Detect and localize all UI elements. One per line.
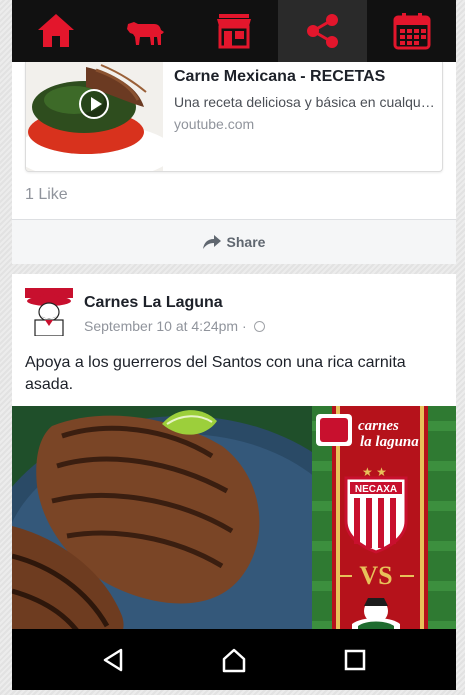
post-text: Apoya a los guerreros del Santos con una… <box>25 354 406 393</box>
tab-products[interactable] <box>101 0 190 62</box>
tab-calendar[interactable] <box>367 0 456 62</box>
page-name[interactable]: Carnes La Laguna <box>84 294 223 312</box>
link-preview[interactable]: Carne Mexicana - RECETAS Una receta deli… <box>25 62 443 172</box>
video-thumbnail[interactable] <box>26 62 163 171</box>
recents-button[interactable] <box>335 640 375 680</box>
post-timestamp[interactable]: September 10 at 4:24pm · <box>84 318 265 334</box>
timestamp-text: September 10 at 4:24pm · <box>84 318 247 334</box>
share-arrow-icon <box>202 235 221 249</box>
svg-text:★ ★: ★ ★ <box>362 465 387 479</box>
share-icon <box>306 14 338 48</box>
brand-text-line2: la laguna <box>360 434 419 450</box>
tab-store[interactable] <box>190 0 279 62</box>
globe-icon <box>253 320 265 332</box>
home-nav-icon <box>222 648 246 672</box>
tab-social[interactable] <box>278 0 368 62</box>
home-icon <box>38 14 75 47</box>
tab-home[interactable] <box>12 0 101 62</box>
vs-text: VS <box>359 561 392 590</box>
facebook-feed[interactable]: Carne Mexicana - RECETAS Una receta deli… <box>12 62 456 629</box>
back-icon <box>103 648 122 671</box>
share-button[interactable]: Share <box>12 219 456 264</box>
post-card: Carnes La Laguna September 10 at 4:24pm … <box>12 274 456 629</box>
recents-icon <box>345 649 366 670</box>
home-button[interactable] <box>214 640 254 680</box>
cow-icon <box>127 22 165 45</box>
link-title[interactable]: Carne Mexicana - RECETAS <box>174 68 385 86</box>
share-label: Share <box>226 234 266 250</box>
android-navigation-bar <box>12 629 456 690</box>
team-badge-text: NECAXA <box>355 484 397 495</box>
link-domain: youtube.com <box>174 116 255 132</box>
link-description: Una receta deliciosa y básica en cualqui… <box>174 94 436 110</box>
back-button[interactable] <box>93 640 133 680</box>
calendar-icon <box>393 13 431 50</box>
post-image[interactable]: carnes la laguna NECAXA ★ ★ VS <box>12 406 456 629</box>
play-icon[interactable] <box>79 89 109 119</box>
top-tab-bar <box>12 0 456 62</box>
steak-promo-image: carnes la laguna NECAXA ★ ★ VS <box>12 406 456 629</box>
like-count[interactable]: 1 Like <box>25 186 68 204</box>
brand-text-line1: carnes <box>358 418 399 434</box>
post-card: Carne Mexicana - RECETAS Una receta deli… <box>12 62 456 264</box>
avatar[interactable] <box>25 288 73 336</box>
store-icon <box>216 14 251 49</box>
carnes-la-laguna-logo <box>25 288 73 336</box>
